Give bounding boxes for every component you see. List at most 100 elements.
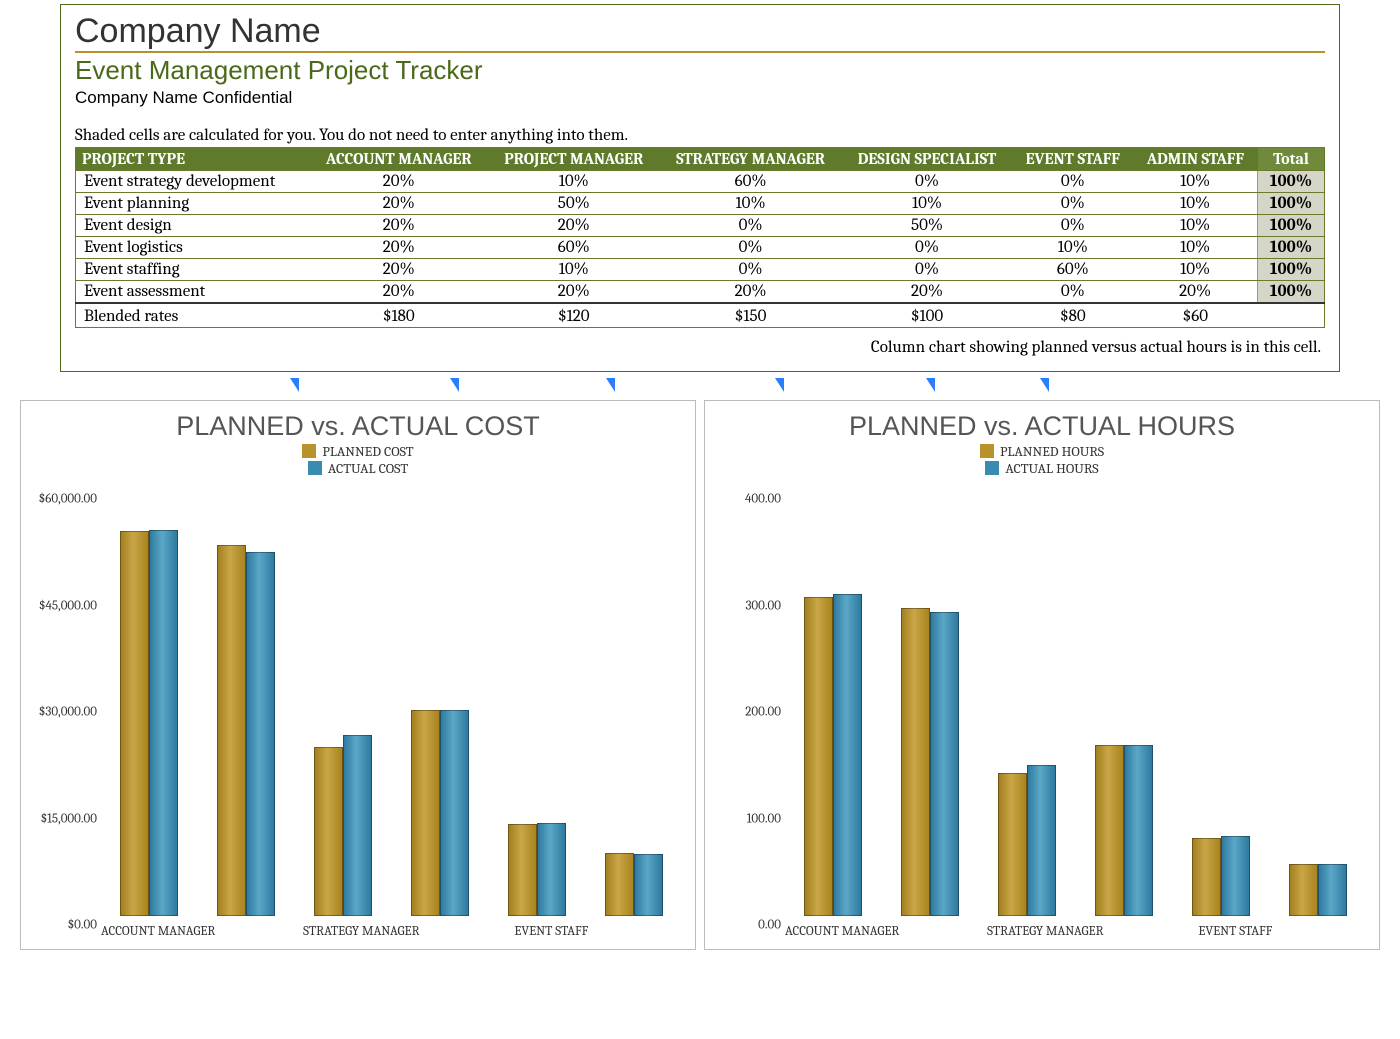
percent-cell[interactable]: 10%	[488, 171, 659, 193]
chart-legend: PLANNED COST ACTUAL COST	[25, 444, 691, 477]
column-markers	[0, 378, 1400, 400]
marker-icon	[926, 378, 935, 392]
bar-planned	[508, 824, 537, 916]
percent-cell[interactable]: 10%	[1133, 215, 1257, 237]
percent-cell[interactable]: 10%	[1133, 259, 1257, 281]
bar-planned	[120, 531, 149, 916]
x-tick-label	[1104, 924, 1192, 939]
total-cell: 100%	[1257, 215, 1324, 237]
chart-planned-vs-actual-cost: PLANNED vs. ACTUAL COST PLANNED COST ACT…	[20, 400, 696, 950]
total-cell: 100%	[1257, 281, 1324, 304]
bar-actual	[1318, 864, 1347, 916]
rate-cell[interactable]: $150	[659, 303, 841, 328]
bar-planned	[1289, 864, 1318, 916]
percent-cell[interactable]: 10%	[1133, 237, 1257, 259]
x-tick-label: EVENT STAFF	[507, 924, 595, 939]
x-tick-label: EVENT STAFF	[1191, 924, 1279, 939]
total-cell	[1257, 303, 1324, 328]
percent-cell[interactable]: 60%	[659, 171, 841, 193]
percent-cell[interactable]: 10%	[842, 193, 1013, 215]
project-type-cell[interactable]: Event design	[76, 215, 310, 237]
percent-cell[interactable]: 50%	[842, 215, 1013, 237]
percent-cell[interactable]: 0%	[842, 237, 1013, 259]
percent-cell[interactable]: 20%	[488, 215, 659, 237]
rate-cell[interactable]: $100	[842, 303, 1013, 328]
percent-cell[interactable]: 10%	[1012, 237, 1133, 259]
percent-cell[interactable]: 20%	[309, 215, 488, 237]
table-row: Event staffing20%10%0%0%60%10%100%	[76, 259, 1325, 281]
percent-cell[interactable]: 0%	[1012, 171, 1133, 193]
legend-swatch-actual	[308, 461, 322, 475]
y-tick-label: 300.00	[705, 598, 781, 613]
percent-cell[interactable]: 10%	[488, 259, 659, 281]
project-type-cell[interactable]: Event planning	[76, 193, 310, 215]
percent-cell[interactable]: 60%	[1012, 259, 1133, 281]
project-type-cell[interactable]: Event staffing	[76, 259, 310, 281]
bar-group	[998, 765, 1058, 916]
project-type-cell[interactable]: Event assessment	[76, 281, 310, 304]
x-tick-label: ACCOUNT MANAGER	[785, 924, 899, 939]
table-header: ADMIN STAFF	[1133, 148, 1257, 171]
x-tick-label	[420, 924, 508, 939]
y-tick-label: $15,000.00	[21, 811, 97, 826]
legend-label: PLANNED HOURS	[1000, 443, 1104, 460]
percent-cell[interactable]: 20%	[659, 281, 841, 304]
percent-cell[interactable]: 0%	[842, 259, 1013, 281]
rate-cell[interactable]: $120	[488, 303, 659, 328]
bar-actual	[537, 823, 566, 916]
rate-cell[interactable]: $80	[1012, 303, 1133, 328]
bar-group	[411, 710, 471, 916]
bar-planned	[605, 853, 634, 916]
blended-rates-row: Blended rates$180$120$150$100$80$60	[76, 303, 1325, 328]
marker-icon	[1040, 378, 1049, 392]
percent-cell[interactable]: 0%	[842, 171, 1013, 193]
bar-actual	[246, 552, 275, 916]
percent-cell[interactable]: 0%	[659, 237, 841, 259]
x-tick-label	[595, 924, 683, 939]
x-tick-label	[215, 924, 303, 939]
percent-cell[interactable]: 50%	[488, 193, 659, 215]
y-tick-label: $30,000.00	[21, 705, 97, 720]
percent-cell[interactable]: 20%	[1133, 281, 1257, 304]
x-tick-label: STRATEGY MANAGER	[303, 924, 419, 939]
percent-cell[interactable]: 10%	[1133, 193, 1257, 215]
percent-cell[interactable]: 0%	[1012, 281, 1133, 304]
bar-actual	[930, 612, 959, 916]
percent-cell[interactable]: 0%	[659, 259, 841, 281]
table-row: Event logistics20%60%0%0%10%10%100%	[76, 237, 1325, 259]
rate-cell[interactable]: $60	[1133, 303, 1257, 328]
project-type-cell[interactable]: Event strategy development	[76, 171, 310, 193]
percent-cell[interactable]: 10%	[1133, 171, 1257, 193]
legend-swatch-planned	[302, 444, 316, 458]
bar-actual	[833, 594, 862, 916]
bar-group	[804, 594, 864, 916]
bar-group	[1192, 836, 1252, 916]
table-header: PROJECT MANAGER	[488, 148, 659, 171]
document-subtitle: Event Management Project Tracker	[75, 55, 1325, 86]
percent-cell[interactable]: 20%	[309, 259, 488, 281]
bar-actual	[1221, 836, 1250, 916]
bar-actual	[634, 854, 663, 916]
percent-cell[interactable]: 20%	[309, 171, 488, 193]
legend-label: PLANNED COST	[322, 443, 413, 460]
allocation-table: PROJECT TYPEACCOUNT MANAGERPROJECT MANAG…	[75, 147, 1325, 328]
percent-cell[interactable]: 20%	[309, 237, 488, 259]
marker-icon	[450, 378, 459, 392]
chart-legend: PLANNED HOURS ACTUAL HOURS	[709, 444, 1375, 477]
percent-cell[interactable]: 20%	[842, 281, 1013, 304]
project-type-cell[interactable]: Event logistics	[76, 237, 310, 259]
rate-cell[interactable]: $180	[309, 303, 488, 328]
company-name: Company Name	[75, 12, 1325, 53]
percent-cell[interactable]: 0%	[1012, 193, 1133, 215]
percent-cell[interactable]: 20%	[309, 193, 488, 215]
percent-cell[interactable]: 0%	[1012, 215, 1133, 237]
percent-cell[interactable]: 20%	[488, 281, 659, 304]
y-tick-label: 100.00	[705, 811, 781, 826]
percent-cell[interactable]: 60%	[488, 237, 659, 259]
total-cell: 100%	[1257, 237, 1324, 259]
percent-cell[interactable]: 0%	[659, 215, 841, 237]
percent-cell[interactable]: 10%	[659, 193, 841, 215]
percent-cell[interactable]: 20%	[309, 281, 488, 304]
table-row: Event strategy development20%10%60%0%0%1…	[76, 171, 1325, 193]
bar-planned	[1095, 745, 1124, 916]
